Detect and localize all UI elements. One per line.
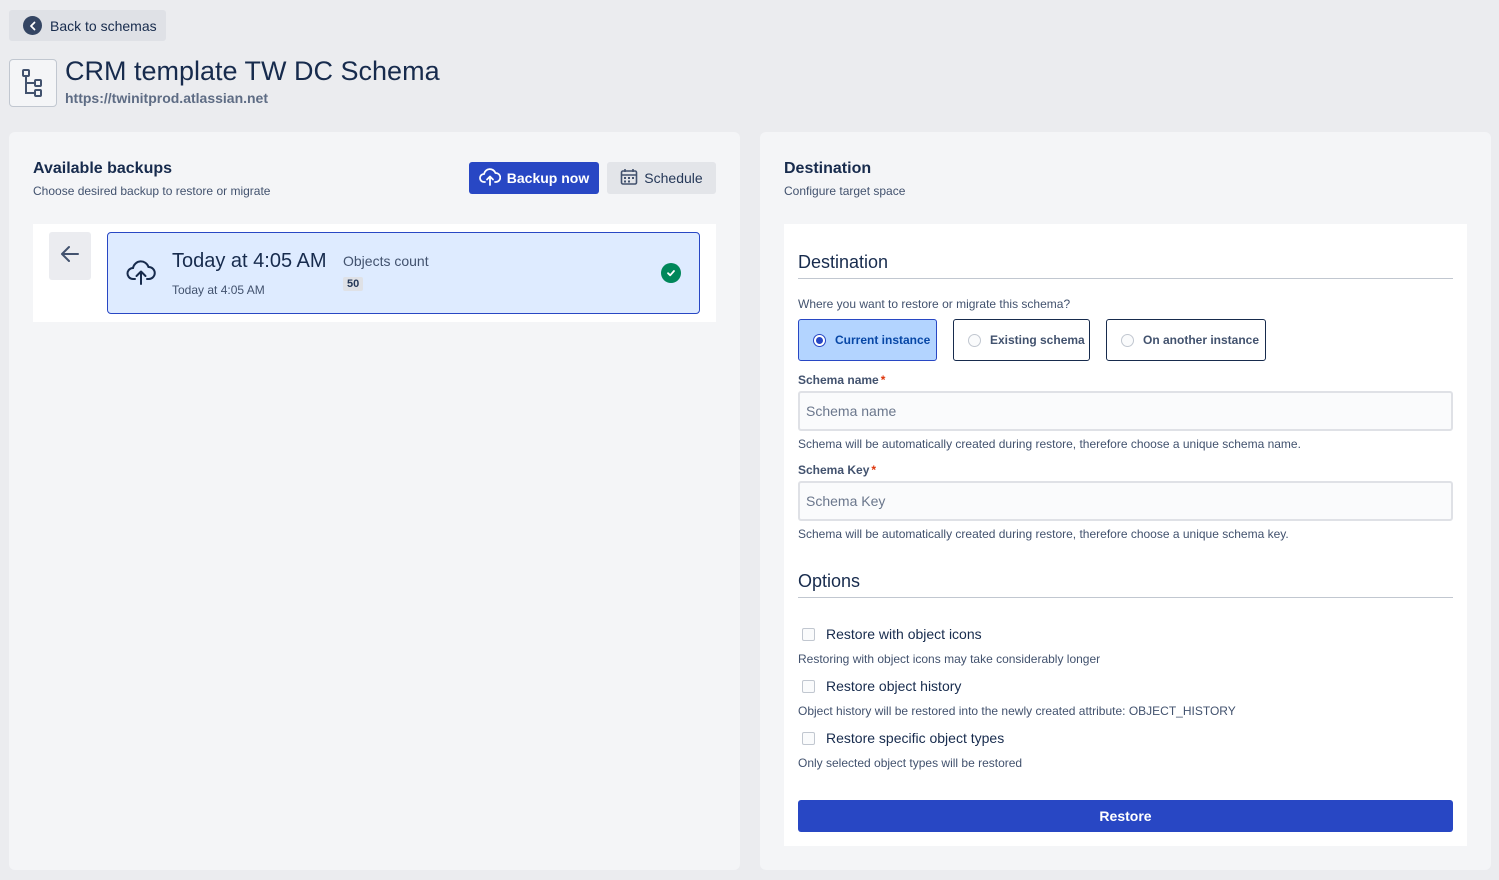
radio-button[interactable] — [968, 333, 981, 347]
option-label: On another instance — [1143, 333, 1260, 347]
option-existing-schema[interactable]: Existing schema — [953, 319, 1090, 361]
backup-list: Today at 4:05 AM Today at 4:05 AM Object… — [33, 224, 716, 322]
calendar-icon — [620, 168, 638, 189]
radio-button[interactable] — [1121, 333, 1134, 347]
option-label: Existing schema — [990, 333, 1085, 347]
restore-icons-checkbox-row[interactable]: Restore with object icons — [802, 626, 982, 642]
schema-name-input[interactable] — [798, 391, 1453, 431]
checkbox-label: Restore with object icons — [826, 626, 982, 642]
schema-name-label: Schema name * — [798, 373, 886, 387]
schema-key-help: Schema will be automatically created dur… — [798, 527, 1289, 541]
divider — [798, 278, 1453, 279]
cloud-upload-icon — [478, 167, 501, 189]
arrow-left-icon — [60, 245, 80, 268]
destination-question: Where you want to restore or migrate thi… — [798, 297, 1071, 311]
checkbox[interactable] — [802, 627, 815, 641]
schedule-button[interactable]: Schedule — [607, 162, 716, 194]
checkbox-label: Restore object history — [826, 678, 962, 694]
backup-now-button[interactable]: Backup now — [469, 162, 599, 194]
objects-count-badge: 50 — [343, 277, 364, 291]
restore-button[interactable]: Restore — [798, 800, 1453, 832]
option-current-instance[interactable]: Current instance — [798, 319, 937, 361]
backup-list-back-button[interactable] — [49, 232, 91, 280]
divider — [798, 597, 1453, 598]
options-section-title: Options — [798, 571, 861, 591]
restore-types-checkbox-row[interactable]: Restore specific object types — [802, 730, 1004, 746]
destination-subtitle: Configure target space — [784, 184, 906, 198]
radio-button[interactable] — [813, 333, 826, 347]
back-label: Back to schemas — [50, 17, 157, 34]
backups-title: Available backups — [33, 160, 173, 177]
page-title: CRM template TW DC Schema — [65, 56, 440, 86]
available-backups-panel: Available backups Choose desired backup … — [9, 132, 740, 870]
option-another-instance[interactable]: On another instance — [1106, 319, 1266, 361]
checkbox[interactable] — [802, 731, 815, 745]
chevron-left-icon — [23, 16, 42, 35]
backup-item-subtitle: Today at 4:05 AM — [172, 283, 265, 297]
schema-name-help: Schema will be automatically created dur… — [798, 437, 1301, 451]
back-to-schemas-button[interactable]: Back to schemas — [9, 10, 166, 41]
checkbox[interactable] — [802, 679, 815, 693]
schema-key-input[interactable] — [798, 481, 1453, 521]
checkbox-label: Restore specific object types — [826, 730, 1005, 746]
checkbox-help: Object history will be restored into the… — [798, 704, 1236, 718]
required-mark: * — [880, 373, 886, 387]
restore-history-checkbox-row[interactable]: Restore object history — [802, 678, 961, 694]
cloud-upload-icon — [126, 259, 156, 290]
backup-item[interactable]: Today at 4:05 AM Today at 4:05 AM Object… — [107, 232, 700, 314]
objects-count-label: Objects count — [343, 253, 429, 269]
backup-item-title: Today at 4:05 AM — [172, 250, 327, 272]
destination-form: Destination Where you want to restore or… — [784, 224, 1467, 846]
destination-panel: Destination Configure target space Desti… — [760, 132, 1491, 870]
hierarchy-icon — [9, 59, 57, 107]
instance-url: https://twinitprod.atlassian.net — [65, 90, 269, 106]
checkbox-help: Restoring with object icons may take con… — [798, 652, 1101, 666]
option-label: Current instance — [835, 333, 931, 347]
checkbox-help: Only selected object types will be resto… — [798, 756, 1023, 770]
schedule-label: Schedule — [644, 170, 703, 186]
backup-now-label: Backup now — [506, 170, 590, 186]
required-mark: * — [871, 463, 877, 477]
backups-subtitle: Choose desired backup to restore or migr… — [33, 184, 271, 198]
check-circle-icon — [661, 263, 681, 283]
destination-section-title: Destination — [798, 252, 889, 272]
schema-key-label: Schema Key * — [798, 463, 877, 477]
destination-title: Destination — [784, 160, 872, 177]
